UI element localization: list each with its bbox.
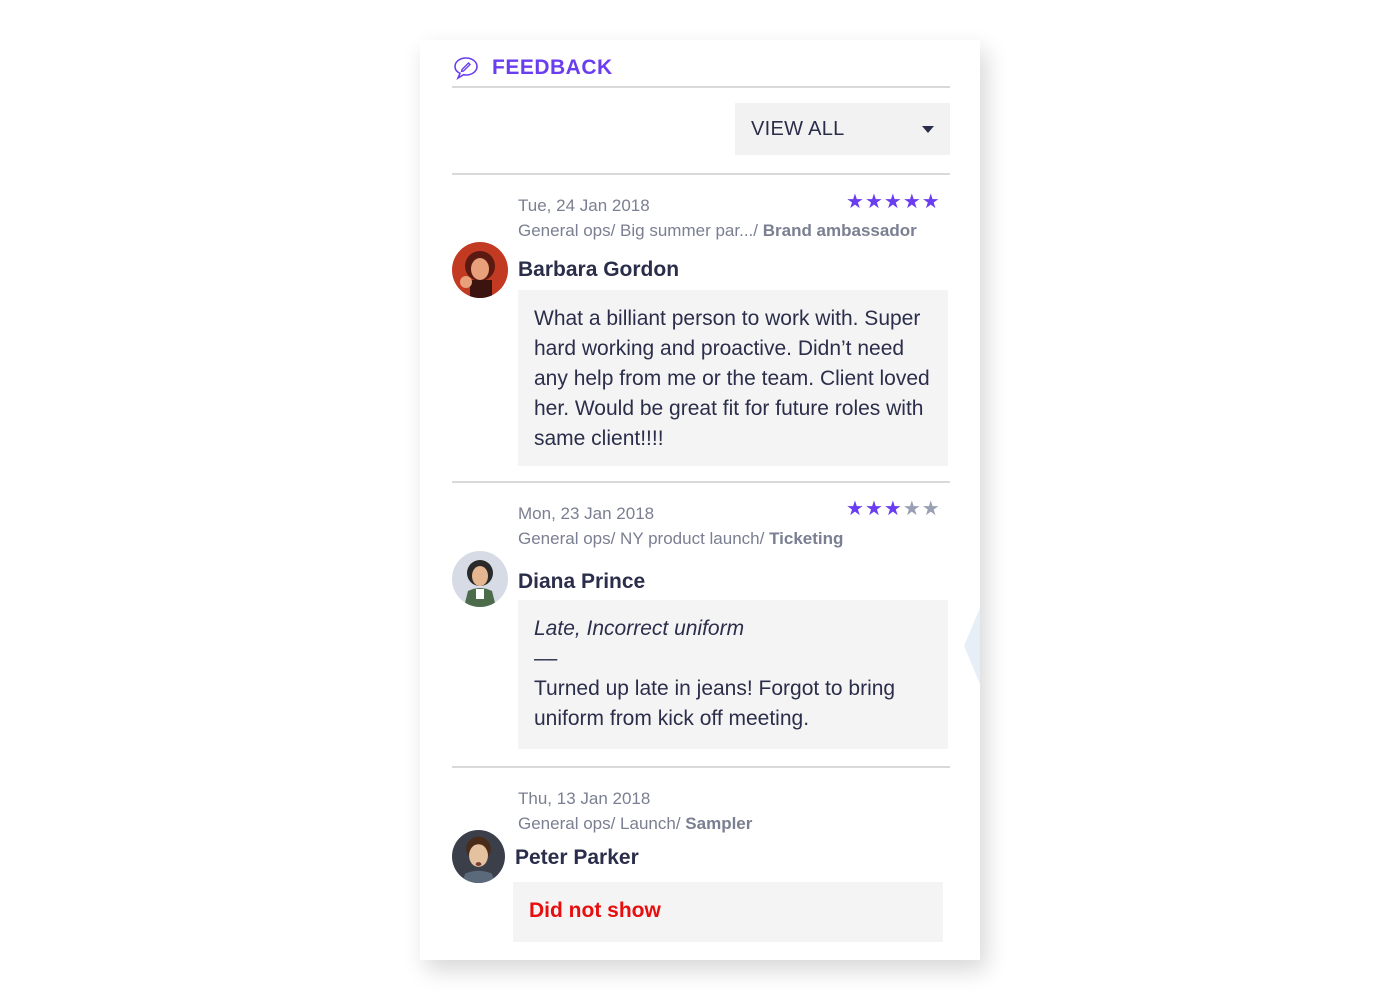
divider	[452, 173, 950, 175]
job-path-text: General ops/ Launch/	[518, 814, 686, 833]
feedback-reason: Late, Incorrect uniform	[534, 617, 745, 640]
star-filled-icon: ★	[902, 191, 921, 213]
avatar	[452, 242, 508, 298]
side-panel-tab[interactable]	[964, 608, 980, 684]
person-name: Diana Prince	[518, 570, 646, 593]
feedback-item: Mon, 23 Jan 2018 ★ ★ ★ ★ ★ General ops/ …	[452, 498, 950, 758]
status-text: Did not show	[529, 899, 661, 922]
rating-stars: ★ ★ ★ ★ ★	[846, 192, 940, 212]
star-filled-icon: ★	[883, 498, 902, 520]
divider	[452, 766, 950, 768]
feedback-card: FEEDBACK VIEW ALL Tue, 24 Jan 2018 ★ ★ ★…	[420, 40, 980, 960]
star-filled-icon: ★	[846, 498, 864, 520]
star-filled-icon: ★	[864, 191, 883, 213]
view-filter-dropdown[interactable]: VIEW ALL	[735, 103, 950, 155]
job-role: Ticketing	[769, 529, 844, 548]
job-path-text: General ops/ NY product launch/	[518, 529, 770, 548]
job-path-text: General ops/ Big summer par.../	[518, 221, 763, 240]
job-path: General ops/ Launch/ Sampler	[518, 814, 752, 834]
avatar	[452, 830, 505, 883]
view-filter-label: VIEW ALL	[751, 117, 845, 140]
person-name: Barbara Gordon	[518, 258, 680, 281]
feedback-item: Tue, 24 Jan 2018 ★ ★ ★ ★ ★ General ops/ …	[452, 190, 950, 470]
star-empty-icon: ★	[921, 498, 940, 520]
feedback-title: FEEDBACK	[492, 56, 613, 79]
feedback-comment: What a billiant person to work with. Sup…	[518, 290, 948, 466]
job-role: Sampler	[685, 814, 753, 833]
star-filled-icon: ★	[864, 498, 883, 520]
star-filled-icon: ★	[921, 191, 940, 213]
feedback-date: Tue, 24 Jan 2018	[518, 196, 650, 215]
star-filled-icon: ★	[883, 191, 902, 213]
job-path: General ops/ NY product launch/ Ticketin…	[518, 529, 843, 549]
divider	[452, 481, 950, 483]
star-filled-icon: ★	[846, 191, 864, 213]
feedback-comment: Turned up late in jeans! Forgot to bring…	[534, 677, 896, 730]
chevron-down-icon	[922, 125, 934, 133]
star-empty-icon: ★	[902, 498, 921, 520]
chat-pen-icon	[452, 54, 480, 82]
feedback-date: Thu, 13 Jan 2018	[518, 789, 651, 808]
job-path: General ops/ Big summer par.../ Brand am…	[518, 221, 917, 241]
feedback-comment-box: Late, Incorrect uniform –– Turned up lat…	[518, 600, 948, 749]
feedback-item: Thu, 13 Jan 2018 General ops/ Launch/ Sa…	[452, 783, 950, 953]
person-name: Peter Parker	[515, 846, 639, 869]
feedback-separator: ––	[534, 647, 558, 670]
feedback-date: Mon, 23 Jan 2018	[518, 504, 655, 523]
rating-stars: ★ ★ ★ ★ ★	[846, 499, 940, 519]
feedback-status-box: Did not show	[513, 882, 943, 942]
feedback-header: FEEDBACK	[452, 50, 950, 88]
job-role: Brand ambassador	[762, 221, 917, 240]
avatar	[452, 551, 508, 607]
